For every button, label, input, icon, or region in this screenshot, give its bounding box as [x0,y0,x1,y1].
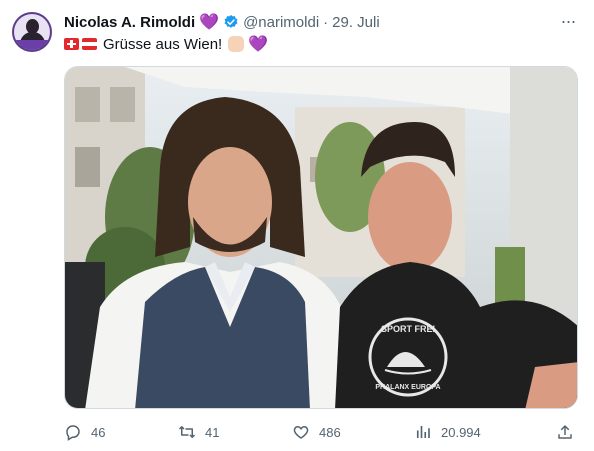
tweet-photo[interactable]: SPORT FREI PHALANX EUROPA [64,66,578,409]
shirt-text-top: SPORT FREI [381,324,435,334]
verified-badge-icon [224,15,238,28]
tweet-text-content: Grüsse aus Wien! [103,35,223,53]
avatar-portrait [14,14,50,50]
austrian-flag-icon [82,38,97,50]
share-button[interactable] [556,420,583,444]
purple-heart-icon: 💜 [199,14,220,31]
retweet-button[interactable]: 41 [178,420,219,444]
swiss-flag-icon [64,38,79,50]
tweet-date[interactable]: 29. Juli [332,14,380,31]
tweet-card: Nicolas A. Rimoldi 💜 @narimoldi · 29. Ju… [0,0,594,451]
author-name[interactable]: Nicolas A. Rimoldi [64,14,195,31]
avatar[interactable] [12,12,52,52]
views-count: 20.994 [441,424,481,440]
raised-fist-icon [228,36,245,52]
retweet-count: 41 [205,424,220,440]
like-button[interactable]: 486 [292,420,341,444]
separator-dot: · [323,13,329,31]
more-icon[interactable]: ··· [558,12,578,32]
like-count: 486 [319,424,341,440]
reply-icon [66,425,80,441]
tweet-text: Grüsse aus Wien! 💜 [64,34,268,54]
author-handle[interactable]: @narimoldi [243,14,319,31]
views-icon [416,426,430,438]
purple-heart-icon: 💜 [248,36,269,53]
share-icon [558,425,572,439]
like-icon [293,425,309,439]
reply-button[interactable]: 46 [64,420,105,444]
shirt-text-bottom: PHALANX EUROPA [375,384,440,391]
tweet-actions: 46 41 486 20.994 [64,420,578,444]
reply-count: 46 [91,424,106,440]
photo-illustration: SPORT FREI PHALANX EUROPA [65,67,577,408]
retweet-icon [178,426,196,438]
views-button[interactable]: 20.994 [414,420,481,444]
tweet-header: Nicolas A. Rimoldi 💜 @narimoldi · 29. Ju… [64,12,380,32]
